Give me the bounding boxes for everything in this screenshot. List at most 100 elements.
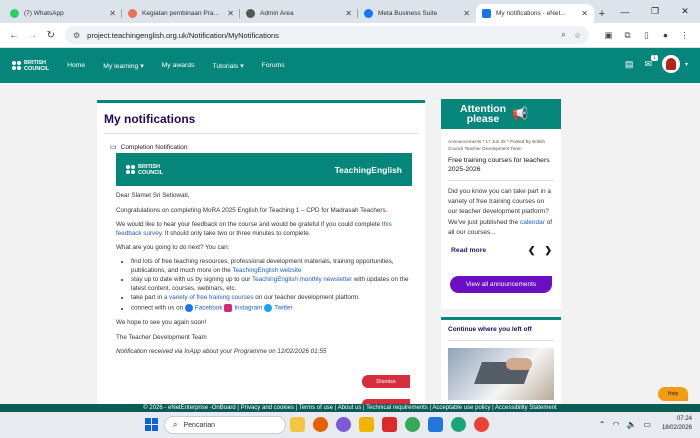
close-tab-icon[interactable]: ✕ xyxy=(581,9,588,18)
sidebar-icon[interactable]: ▯ xyxy=(637,30,656,41)
reload-button[interactable]: ↻ xyxy=(43,27,59,44)
teachingenglish-website-link[interactable]: TeachingEnglish website xyxy=(232,267,301,274)
close-tab-icon[interactable]: ✕ xyxy=(463,9,470,18)
feedback-paragraph: We would like to hear your feedback on t… xyxy=(116,221,392,237)
attention-card: Attention please 📢 Announcements * 17 Ju… xyxy=(441,99,561,309)
next-arrow-icon[interactable]: ❯ xyxy=(544,245,552,256)
newsletter-link[interactable]: TeachingEnglish monthly newsletter xyxy=(252,276,352,283)
profile-icon[interactable]: ● xyxy=(656,30,675,40)
clock-time: 07.24 xyxy=(676,416,692,422)
divider xyxy=(104,133,418,134)
next-steps-list: find lots of free teaching resources, pr… xyxy=(131,258,411,313)
nav-tutorials[interactable]: Tutorials ▾ xyxy=(213,62,244,70)
site-info-icon[interactable]: ⚙ xyxy=(73,31,80,40)
megaphone-icon: 📢 xyxy=(512,106,529,121)
view-all-announcements-button[interactable]: View all announcements xyxy=(450,276,552,293)
calendar-link[interactable]: calendar xyxy=(520,219,545,226)
nav-my-awards[interactable]: My awards xyxy=(162,62,195,70)
chevron-down-icon[interactable]: ▾ xyxy=(685,61,688,68)
facebook-link[interactable]: Facebook xyxy=(195,305,223,312)
firefox-icon[interactable] xyxy=(313,417,328,432)
copilot-icon[interactable] xyxy=(336,417,351,432)
messages-icon[interactable]: ✉ 1 xyxy=(644,54,658,70)
twitter-link[interactable]: Twitter xyxy=(274,305,293,312)
browser-tab-whatsapp[interactable]: (7) WhatsApp ✕ xyxy=(4,4,122,23)
wps-icon[interactable] xyxy=(382,417,397,432)
close-tab-icon[interactable]: ✕ xyxy=(345,9,352,18)
browser-tab-admin[interactable]: Admin Area ✕ xyxy=(240,4,358,23)
logo-text: BRITISH COUNCIL xyxy=(24,59,50,72)
chrome-profile-icon[interactable] xyxy=(474,417,489,432)
user-avatar[interactable] xyxy=(661,55,680,73)
nav-my-learning[interactable]: My learning ▾ xyxy=(103,62,143,70)
close-tab-icon[interactable]: ✕ xyxy=(227,9,234,18)
banner-logo-text: BRITISH COUNCIL xyxy=(138,163,164,176)
forward-button[interactable]: → xyxy=(24,27,40,44)
file-explorer-icon[interactable] xyxy=(290,417,305,432)
bookmark-star-icon[interactable]: ☆ xyxy=(574,31,581,40)
main-nav: Home My learning ▾ My awards Tutorials ▾… xyxy=(67,62,303,70)
battery-icon[interactable]: ▭ xyxy=(643,420,651,429)
training-courses-link[interactable]: a variety of free training courses xyxy=(164,294,254,301)
wifi-icon[interactable]: ◠ xyxy=(612,420,619,429)
whatsapp-icon xyxy=(10,9,19,18)
browser-tab-kegiatan[interactable]: Kegiatan pembinaan Pra... ✕ xyxy=(122,4,240,23)
windows-start-icon[interactable] xyxy=(145,418,158,431)
list-item: connect with us on Facebook Instagram Tw… xyxy=(131,303,411,313)
zoom-icon[interactable]: ⌕ xyxy=(561,30,565,40)
tab-title: Meta Business Suite xyxy=(378,10,438,17)
chevron-up-icon[interactable]: ⌃ xyxy=(599,420,606,429)
divider xyxy=(448,340,554,341)
announcement-title[interactable]: Free training courses for teachers 2025-… xyxy=(448,156,554,174)
close-window-button[interactable]: ✕ xyxy=(670,0,700,23)
site-header: BRITISH COUNCIL Home My learning ▾ My aw… xyxy=(0,48,700,83)
url-input[interactable]: ⚙ project.teachingenglish.org.uk/Notific… xyxy=(64,26,589,44)
notes-icon[interactable]: ▤ xyxy=(625,59,634,70)
british-council-logo[interactable]: BRITISH COUNCIL xyxy=(12,60,49,72)
bc-logo-dots-icon xyxy=(12,61,21,70)
browser-tab-notifications[interactable]: My notifications - eNet... ✕ xyxy=(476,4,594,23)
clock-date: 18/02/2026 xyxy=(661,425,692,431)
enet-favicon-icon xyxy=(482,9,491,18)
new-tab-button[interactable]: + xyxy=(594,4,610,23)
dismiss-button[interactable]: Dismiss xyxy=(362,375,410,388)
taskbar-apps xyxy=(290,417,497,432)
read-more-link[interactable]: Read more xyxy=(451,247,528,254)
continue-title: Continue where you left off xyxy=(448,326,532,333)
nav-forums[interactable]: Forums xyxy=(262,62,285,70)
folder-icon[interactable] xyxy=(359,417,374,432)
volume-icon[interactable]: 🔈 xyxy=(626,420,636,429)
notifications-card: My notifications ▭ Completion Notificati… xyxy=(97,100,425,405)
close-tab-icon[interactable]: ✕ xyxy=(109,9,116,18)
maximize-button[interactable]: ❐ xyxy=(640,0,670,23)
clock[interactable]: 07.24 18/02/2026 xyxy=(662,415,692,433)
browser-toolbar: ▣ ⧉ ▯ ● ⋮ xyxy=(599,30,694,41)
header-user-area: ▤ ✉ 1 ▾ xyxy=(614,54,688,73)
minimize-button[interactable]: — xyxy=(610,0,640,23)
banner-brand: TeachingEnglish xyxy=(334,164,402,175)
edge-icon[interactable] xyxy=(451,417,466,432)
nav-home[interactable]: Home xyxy=(67,62,85,70)
help-button[interactable]: Help xyxy=(658,387,688,401)
page-title: My notifications xyxy=(104,112,196,126)
taskbar-search-input[interactable]: ⌕ Pencarian xyxy=(164,416,286,434)
tab-title: My notifications - eNet... xyxy=(496,10,566,17)
monitor-icon: ▭ xyxy=(110,144,117,151)
course-thumbnail[interactable] xyxy=(448,348,554,400)
twitter-icon xyxy=(264,303,273,312)
instagram-link[interactable]: Instagram xyxy=(234,305,262,312)
extensions-icon[interactable]: ⧉ xyxy=(618,30,637,41)
meta-icon xyxy=(364,9,373,18)
prev-arrow-icon[interactable]: ❮ xyxy=(528,245,536,256)
attention-header: Attention please 📢 xyxy=(441,99,561,129)
browser-tab-meta[interactable]: Meta Business Suite ✕ xyxy=(358,4,476,23)
search-icon: ⌕ xyxy=(173,420,178,429)
menu-icon[interactable]: ⋮ xyxy=(675,30,694,41)
hope-paragraph: We hope to see you again soon! xyxy=(116,319,207,327)
back-button[interactable]: ← xyxy=(6,27,22,44)
store-icon[interactable] xyxy=(428,417,443,432)
announcement-controls: Read more ❮ ❯ xyxy=(451,245,561,256)
bc-logo-dots-icon xyxy=(126,165,135,174)
chrome-icon[interactable] xyxy=(405,417,420,432)
screenshot-icon[interactable]: ▣ xyxy=(599,30,618,41)
